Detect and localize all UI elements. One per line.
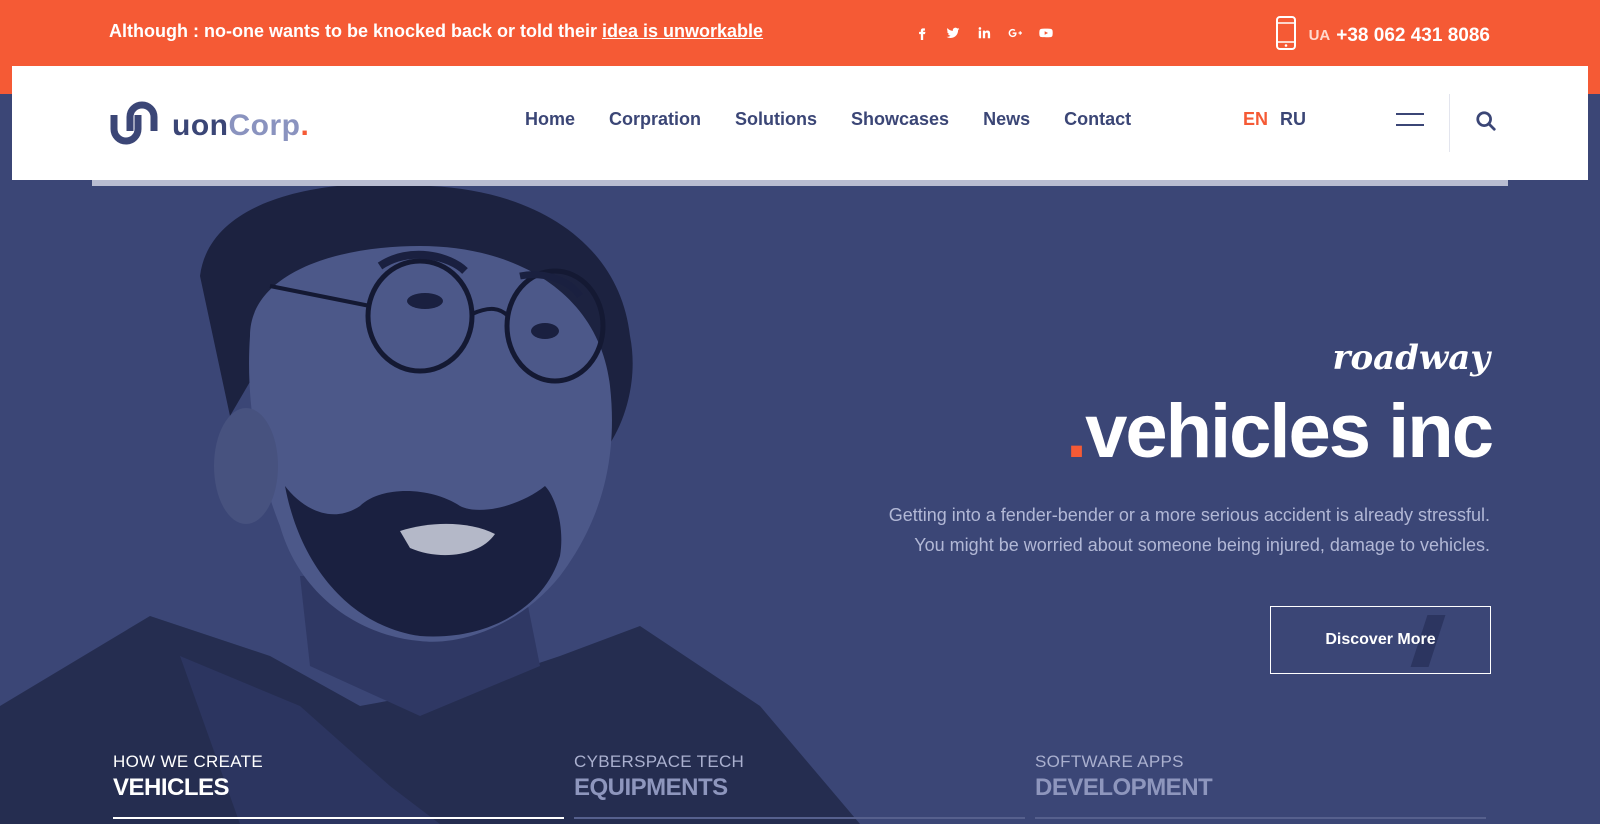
phone-number[interactable]: +38 062 431 8086 — [1336, 25, 1490, 47]
lang-en[interactable]: EN — [1243, 109, 1268, 130]
phone-contact: UA +38 062 431 8086 — [1275, 16, 1490, 55]
hero-title-text: vehicles inc — [1085, 389, 1494, 474]
tab-subtitle: SOFTWARE APPS — [1035, 752, 1184, 771]
hero-description-line-2: You might be worried about someone being… — [914, 535, 1490, 555]
phone-country-prefix: UA — [1308, 27, 1331, 44]
nav-corpration[interactable]: Corpration — [609, 109, 701, 130]
social-links — [906, 21, 1061, 45]
language-switcher: EN RU — [1243, 109, 1306, 130]
announcement-link[interactable]: idea is unworkable — [602, 21, 763, 41]
youtube-icon[interactable] — [1030, 21, 1061, 45]
google-plus-icon[interactable] — [999, 21, 1030, 45]
logo-text-uon: uon — [172, 108, 229, 142]
main-header: uonCorp. Home Corpration Solutions Showc… — [12, 66, 1588, 180]
tab-underline — [1035, 817, 1486, 819]
tab-equipments[interactable]: CYBERSPACE TECH EQUIPMENTS — [574, 752, 1025, 824]
linkedin-icon[interactable] — [968, 21, 999, 45]
header-divider — [1449, 94, 1450, 152]
logo-wordmark: uonCorp. — [172, 109, 309, 143]
tab-subtitle: CYBERSPACE TECH — [574, 752, 745, 771]
tab-vehicles[interactable]: HOW WE CREATE VEHICLES — [113, 752, 564, 824]
logo-text-dot: . — [300, 108, 310, 142]
service-tabs: HOW WE CREATE VEHICLES CYBERSPACE TECH E… — [113, 752, 1491, 824]
discover-more-button[interactable]: Discover More — [1270, 606, 1491, 674]
facebook-icon[interactable] — [906, 21, 937, 45]
twitter-icon[interactable] — [937, 21, 968, 45]
tab-title: EQUIPMENTS — [574, 774, 728, 801]
tab-title: VEHICLES — [113, 774, 230, 801]
tab-underline — [574, 817, 1025, 819]
logo-text-corp: Corp — [228, 108, 301, 142]
hero-description: Getting into a fender-bender or a more s… — [790, 500, 1490, 560]
hero-description-line-1: Getting into a fender-bender or a more s… — [888, 505, 1490, 525]
nav-contact[interactable]: Contact — [1064, 109, 1131, 130]
search-icon[interactable] — [1475, 110, 1499, 134]
tab-subtitle: HOW WE CREATE — [113, 752, 263, 771]
nav-solutions[interactable]: Solutions — [735, 109, 817, 130]
nav-home[interactable]: Home — [525, 109, 575, 130]
mobile-phone-icon — [1275, 16, 1297, 55]
discover-more-label: Discover More — [1325, 631, 1436, 648]
hamburger-menu-icon[interactable] — [1396, 113, 1424, 129]
hero-title-dot: . — [1065, 389, 1087, 474]
lang-ru[interactable]: RU — [1280, 109, 1306, 130]
tab-development[interactable]: SOFTWARE APPS DEVELOPMENT — [1035, 752, 1486, 824]
main-nav: Home Corpration Solutions Showcases News… — [525, 109, 1131, 130]
tab-underline — [113, 817, 564, 819]
announcement-prefix: Although : no-one wants to be knocked ba… — [109, 21, 603, 41]
logo-mark-icon — [108, 99, 160, 152]
hero-title: .vehicles inc — [1065, 388, 1494, 475]
hero-kicker: roadway — [1332, 338, 1490, 378]
tab-title: DEVELOPMENT — [1035, 774, 1213, 801]
nav-news[interactable]: News — [983, 109, 1030, 130]
hero-portrait-image — [0, 186, 860, 824]
announcement-text: Although : no-one wants to be knocked ba… — [109, 21, 763, 42]
nav-showcases[interactable]: Showcases — [851, 109, 949, 130]
site-logo[interactable]: uonCorp. — [108, 99, 309, 152]
